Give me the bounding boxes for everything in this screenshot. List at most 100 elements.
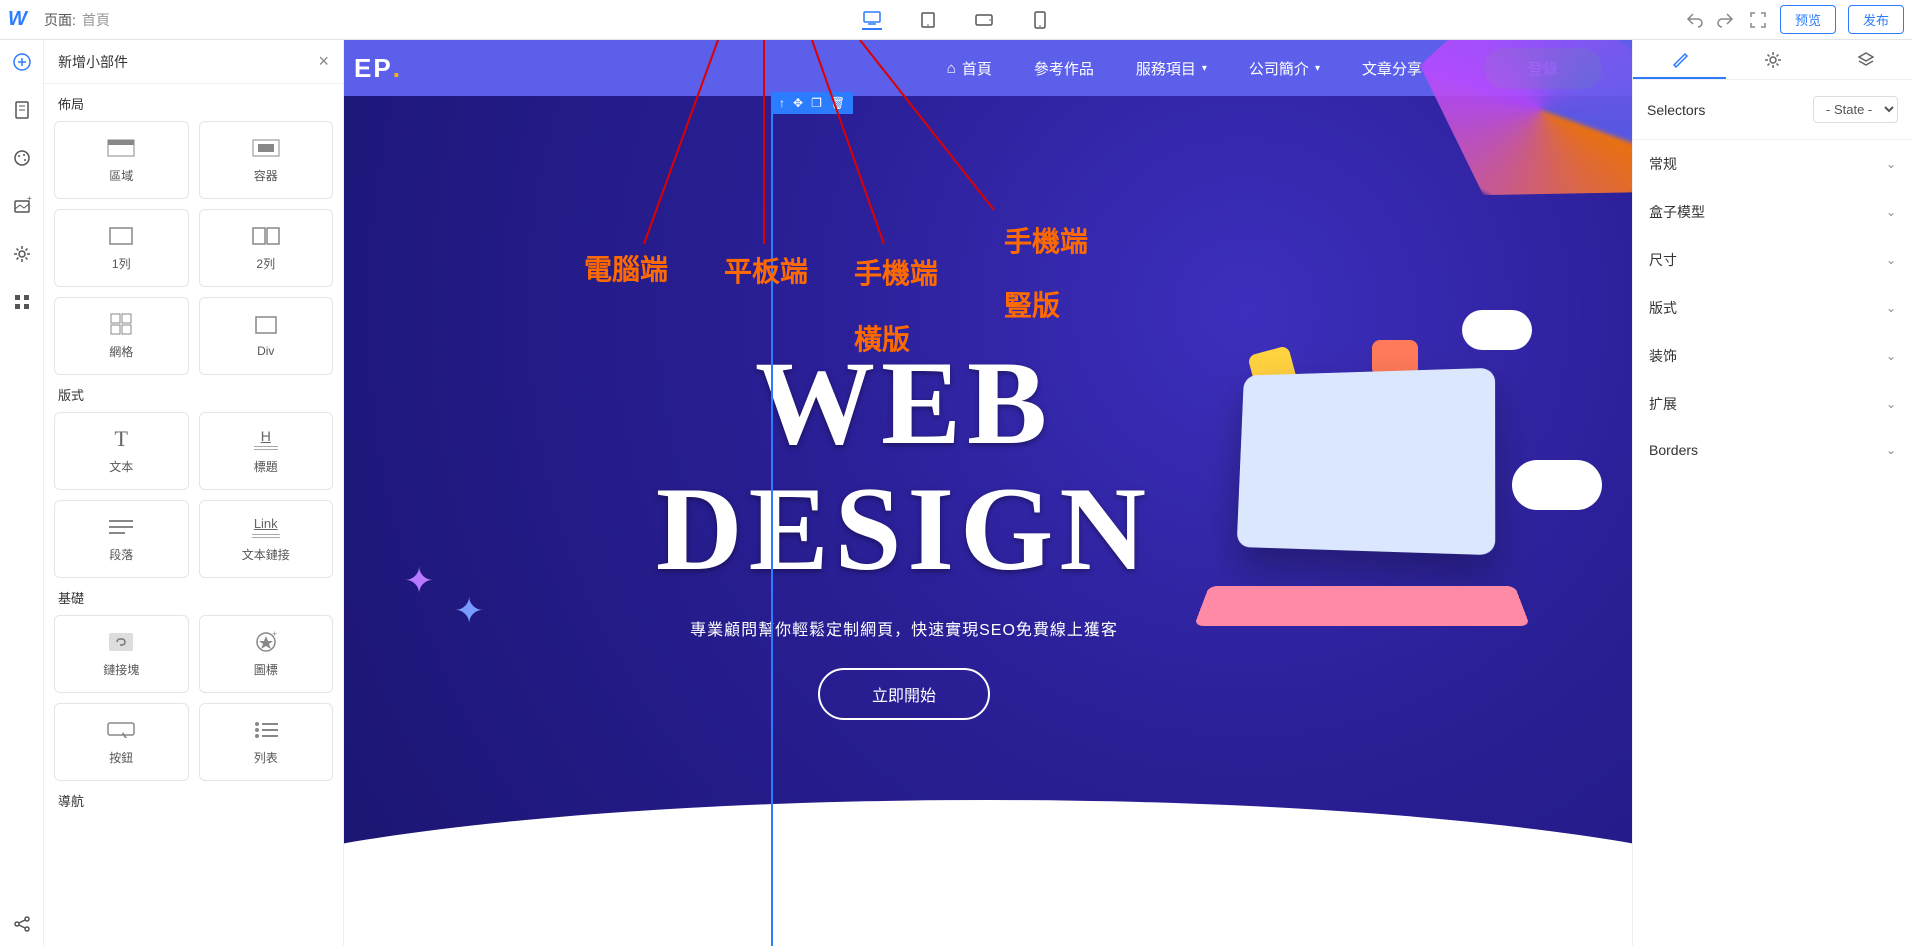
sparkle-icon: ✦ xyxy=(404,560,434,602)
chevron-down-icon: ▾ xyxy=(1315,63,1320,74)
nav-services[interactable]: 服務項目▾ xyxy=(1136,58,1207,79)
page-name[interactable]: 首頁 xyxy=(82,10,110,30)
add-widget-icon[interactable] xyxy=(12,52,32,72)
app-logo[interactable]: W xyxy=(8,8,32,32)
acc-size[interactable]: 尺寸⌄ xyxy=(1633,236,1912,284)
widget-container[interactable]: 容器 xyxy=(199,121,334,199)
acc-box[interactable]: 盒子模型⌄ xyxy=(1633,188,1912,236)
widget-grid[interactable]: 網格 xyxy=(54,297,189,375)
widgets-header: 新增小部件 × xyxy=(44,40,343,84)
selection-outline xyxy=(771,92,773,946)
widget-paragraph[interactable]: 段落 xyxy=(54,500,189,578)
scroll-down-icon[interactable]: ︾ xyxy=(976,865,1000,900)
widget-text[interactable]: T 文本 xyxy=(54,412,189,490)
apps-icon[interactable] xyxy=(12,292,32,312)
svg-text:+: + xyxy=(27,196,32,203)
widget-icon[interactable]: + 圖標 xyxy=(199,615,334,693)
section-layout: 佈局 xyxy=(54,84,333,121)
redo-icon[interactable] xyxy=(1716,10,1736,30)
site-brand[interactable]: EP. xyxy=(354,52,402,84)
topbar-right: 预览 发布 xyxy=(1684,5,1904,34)
nav-home[interactable]: ⌂首頁 xyxy=(947,58,992,79)
widgets-body[interactable]: 佈局 區域 容器 1列 2列 xyxy=(44,84,343,946)
text-icon: T xyxy=(107,428,135,450)
undo-icon[interactable] xyxy=(1684,10,1704,30)
widget-heading[interactable]: H 標題 xyxy=(199,412,334,490)
phone-landscape-icon xyxy=(975,14,993,26)
tab-settings[interactable] xyxy=(1726,40,1819,79)
acc-decor[interactable]: 装饰⌄ xyxy=(1633,332,1912,380)
acc-format[interactable]: 版式⌄ xyxy=(1633,284,1912,332)
widgets-title: 新增小部件 xyxy=(58,52,128,72)
state-select[interactable]: - State - xyxy=(1813,96,1898,123)
sel-up-icon[interactable]: ↑ xyxy=(779,96,785,110)
chevron-down-icon: ⌄ xyxy=(1886,253,1896,267)
publish-button[interactable]: 发布 xyxy=(1848,5,1904,34)
widget-list[interactable]: 列表 xyxy=(199,703,334,781)
canvas[interactable]: EP. ⌂首頁 參考作品 服務項目▾ 公司簡介▾ 文章分享 登錄 WEB DES… xyxy=(344,40,1632,946)
device-phone-portrait-button[interactable] xyxy=(1030,10,1050,30)
widget-2col[interactable]: 2列 xyxy=(199,209,334,287)
close-icon[interactable]: × xyxy=(318,51,329,72)
nav-works[interactable]: 參考作品 xyxy=(1034,58,1094,79)
sel-move-icon[interactable]: ✥ xyxy=(793,96,803,110)
device-phone-landscape-button[interactable] xyxy=(974,10,994,30)
topbar: W 页面: 首頁 预览 发布 xyxy=(0,0,1912,40)
section-basic: 基礎 xyxy=(54,578,333,615)
settings-icon[interactable] xyxy=(12,244,32,264)
linkblock-icon xyxy=(107,631,135,653)
acc-general[interactable]: 常规⌄ xyxy=(1633,140,1912,188)
acc-borders[interactable]: Borders⌄ xyxy=(1633,428,1912,472)
selectors-label: Selectors xyxy=(1647,102,1705,118)
widget-1col[interactable]: 1列 xyxy=(54,209,189,287)
widget-region[interactable]: 區域 xyxy=(54,121,189,199)
chevron-down-icon: ▾ xyxy=(1202,63,1207,74)
fullscreen-icon[interactable] xyxy=(1748,10,1768,30)
grid-icon xyxy=(107,313,135,335)
site-frame: EP. ⌂首頁 參考作品 服務項目▾ 公司簡介▾ 文章分享 登錄 WEB DES… xyxy=(344,40,1632,946)
page-label: 页面: xyxy=(44,10,76,30)
chevron-down-icon: ⌄ xyxy=(1886,397,1896,411)
device-tablet-button[interactable] xyxy=(918,10,938,30)
chevron-down-icon: ⌄ xyxy=(1886,443,1896,457)
preview-button[interactable]: 预览 xyxy=(1780,5,1836,34)
widget-button[interactable]: 按鈕 xyxy=(54,703,189,781)
share-icon[interactable] xyxy=(12,914,32,934)
desktop-icon xyxy=(863,11,881,25)
phone-portrait-icon xyxy=(1034,11,1046,29)
hero-cta-button[interactable]: 立即開始 xyxy=(818,668,990,720)
brush-icon xyxy=(1671,50,1689,68)
pages-icon[interactable] xyxy=(12,100,32,120)
textlink-icon: Link xyxy=(252,516,280,538)
tablet-icon xyxy=(921,12,935,28)
section-format: 版式 xyxy=(54,375,333,412)
sparkle-icon: ✦ xyxy=(454,590,484,632)
nav-about[interactable]: 公司簡介▾ xyxy=(1249,58,1320,79)
widget-div[interactable]: Div xyxy=(199,297,334,375)
col2-icon xyxy=(252,225,280,247)
region-icon xyxy=(107,137,135,159)
palette-icon[interactable] xyxy=(12,148,32,168)
sel-copy-icon[interactable]: ❐ xyxy=(811,96,822,110)
chevron-down-icon: ⌄ xyxy=(1886,301,1896,315)
svg-text:+: + xyxy=(272,630,277,639)
tab-style[interactable] xyxy=(1633,40,1726,79)
right-panel: Selectors - State - 常规⌄ 盒子模型⌄ 尺寸⌄ 版式⌄ 装饰… xyxy=(1632,40,1912,946)
gear-icon xyxy=(1764,51,1782,69)
sel-delete-icon[interactable]: 🗑 xyxy=(830,96,845,110)
nav-articles[interactable]: 文章分享 xyxy=(1362,58,1422,79)
device-switcher xyxy=(862,10,1050,30)
device-desktop-button[interactable] xyxy=(862,10,882,30)
widget-textlink[interactable]: Link 文本鏈接 xyxy=(199,500,334,578)
image-add-icon[interactable]: + xyxy=(12,196,32,216)
tab-layers[interactable] xyxy=(1819,40,1912,79)
col1-icon xyxy=(107,225,135,247)
hero-illustration xyxy=(1172,340,1592,720)
paragraph-icon xyxy=(107,516,135,538)
acc-extend[interactable]: 扩展⌄ xyxy=(1633,380,1912,428)
section-nav: 導航 xyxy=(54,781,333,818)
hero-section[interactable]: EP. ⌂首頁 參考作品 服務項目▾ 公司簡介▾ 文章分享 登錄 WEB DES… xyxy=(344,40,1632,940)
widget-linkblock[interactable]: 鏈接塊 xyxy=(54,615,189,693)
selection-toolbar: ↑ ✥ ❐ 🗑 xyxy=(771,92,853,114)
container-icon xyxy=(252,137,280,159)
